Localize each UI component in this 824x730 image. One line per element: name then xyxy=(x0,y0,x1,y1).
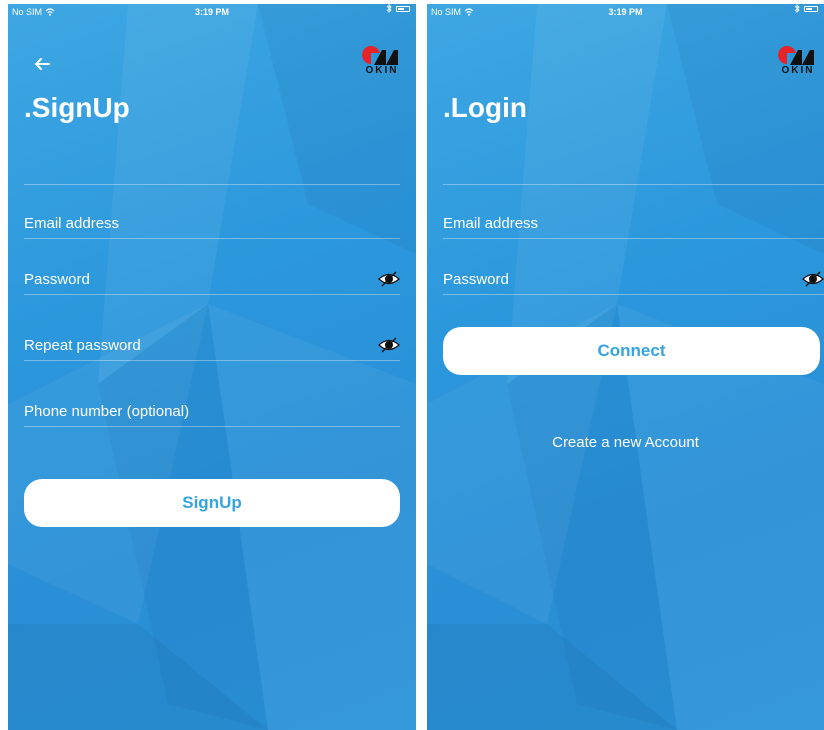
password-input[interactable] xyxy=(443,264,773,294)
password-visibility-toggle[interactable] xyxy=(802,269,824,289)
battery-icon xyxy=(396,5,410,12)
bluetooth-icon xyxy=(794,4,800,13)
back-button[interactable] xyxy=(32,54,52,74)
battery-icon xyxy=(804,5,818,12)
okin-logo: OKIN xyxy=(360,44,404,76)
repeat-password-input[interactable] xyxy=(24,330,354,360)
password-input[interactable] xyxy=(24,264,354,294)
email-field-row xyxy=(443,208,824,239)
phone-input[interactable] xyxy=(24,396,354,426)
okin-logo: OKIN xyxy=(776,44,820,76)
page-title: .Login xyxy=(443,92,527,123)
bluetooth-icon xyxy=(386,4,392,13)
title-divider xyxy=(24,184,400,185)
status-right xyxy=(386,4,410,13)
signup-screen: No SIM 3:19 PM OKIN .SignUp Email addres… xyxy=(8,4,416,730)
status-time: 3:19 PM xyxy=(194,7,229,17)
password-visibility-toggle[interactable] xyxy=(378,269,400,289)
email-field-row xyxy=(24,208,400,239)
password-field-row xyxy=(24,264,400,295)
create-account-link[interactable]: Create a new Account xyxy=(427,434,824,451)
status-bar: No SIM 3:19 PM xyxy=(8,4,416,20)
password-field-row xyxy=(443,264,824,295)
back-arrow-icon xyxy=(35,58,50,70)
eye-icon xyxy=(802,271,824,287)
repeat-password-field-row xyxy=(24,330,400,361)
email-input[interactable] xyxy=(24,208,354,238)
okin-logo-mark-icon xyxy=(362,46,398,66)
eye-icon xyxy=(378,337,400,353)
title-divider xyxy=(443,184,824,185)
signup-button[interactable]: SignUp xyxy=(24,479,400,527)
status-time: 3:19 PM xyxy=(608,7,643,17)
login-screen: No SIM 3:19 PM OKIN .Login Email address… xyxy=(427,4,824,730)
email-input[interactable] xyxy=(443,208,773,238)
okin-logo-mark-icon xyxy=(778,46,814,66)
page-title: .SignUp xyxy=(24,92,130,123)
repeat-password-visibility-toggle[interactable] xyxy=(378,335,400,355)
okin-logo-text: OKIN xyxy=(781,65,815,76)
status-right xyxy=(794,4,818,13)
okin-logo-text: OKIN xyxy=(365,65,399,76)
status-bar: No SIM 3:19 PM xyxy=(427,4,824,20)
phone-field-row xyxy=(24,396,400,427)
connect-button[interactable]: Connect xyxy=(443,327,820,375)
eye-icon xyxy=(378,271,400,287)
